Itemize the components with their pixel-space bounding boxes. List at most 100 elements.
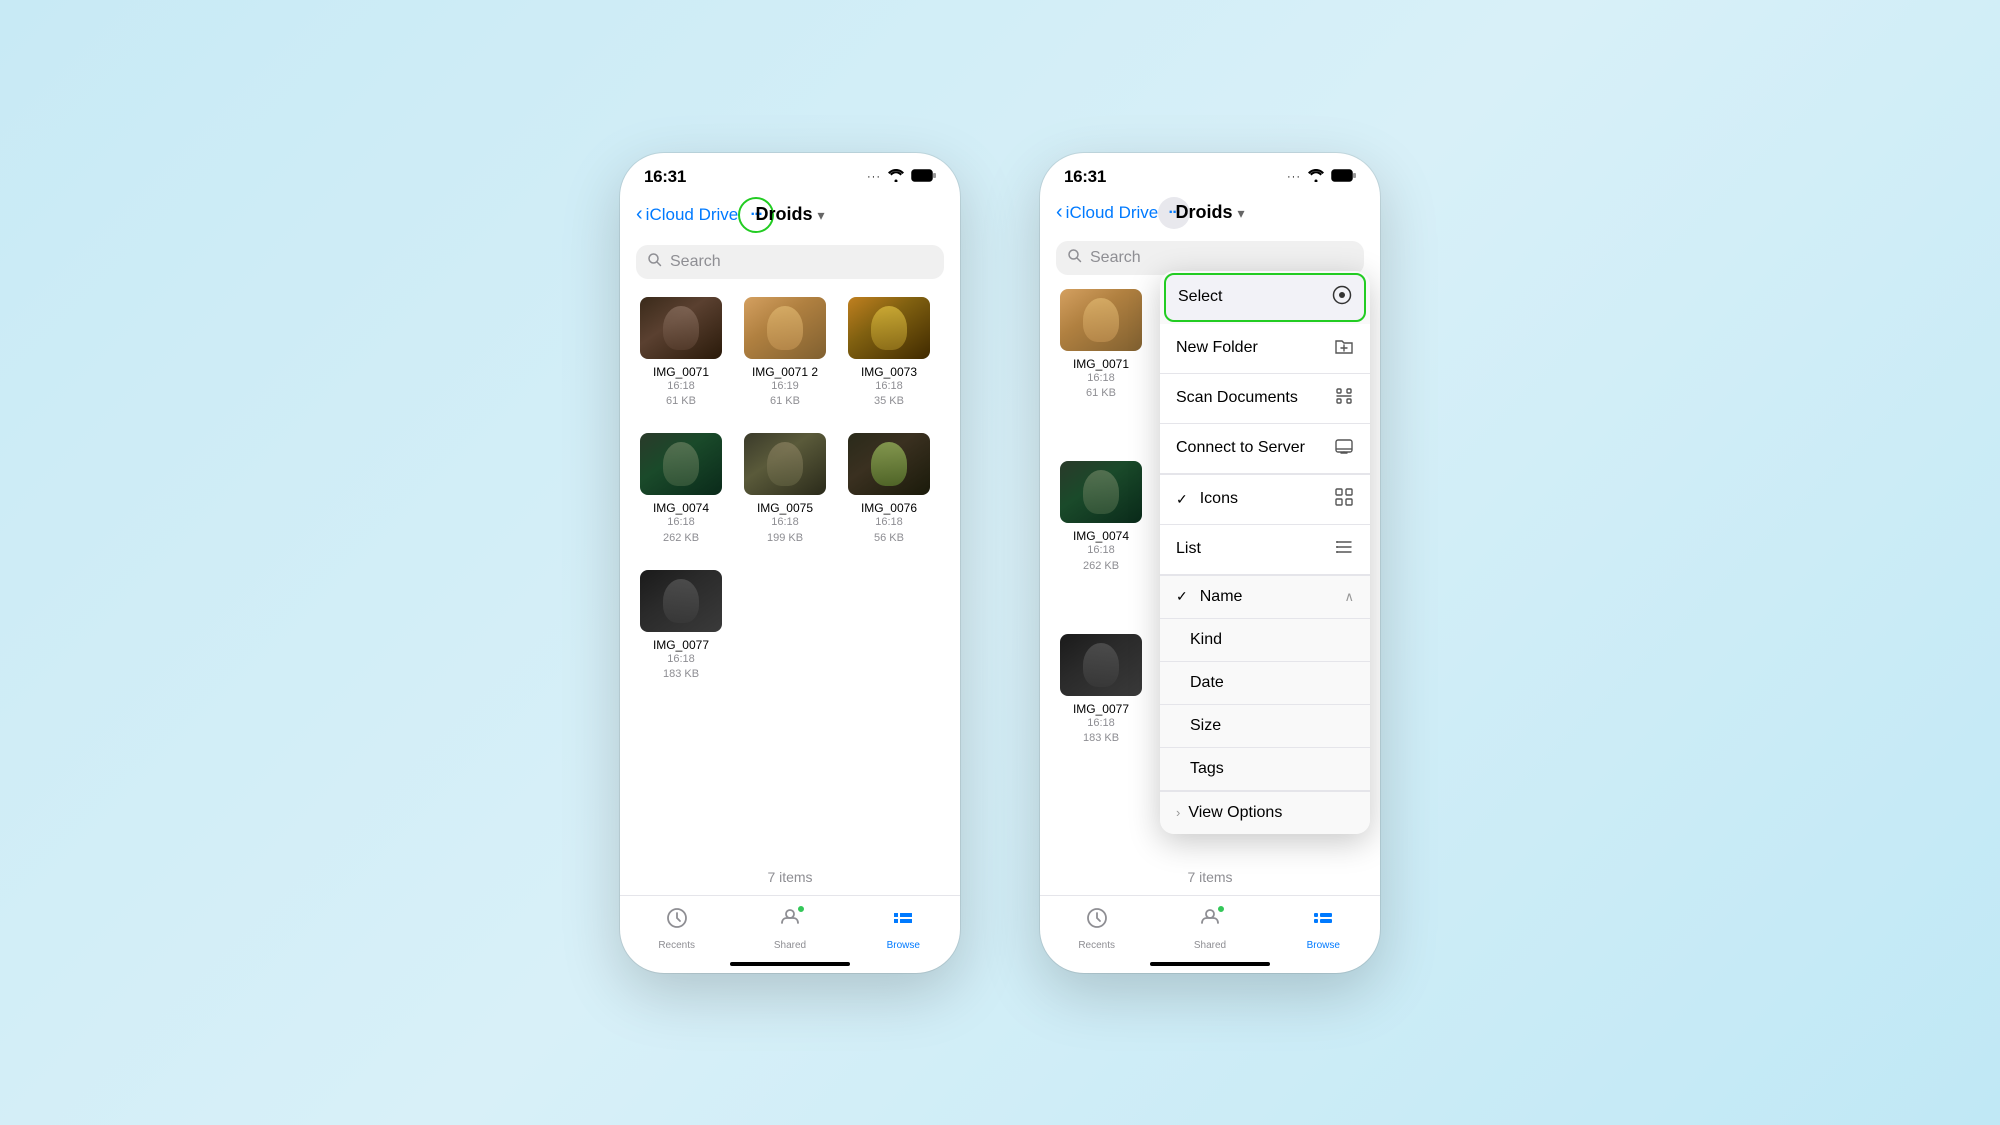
select-icon bbox=[1332, 285, 1352, 310]
nav-bar-left: ‹ iCloud Drive Droids ▾ ··· bbox=[620, 193, 960, 241]
dropdown-icons-label: Icons bbox=[1200, 490, 1238, 508]
file-name-0077: IMG_0077 bbox=[653, 638, 709, 652]
scan-icon bbox=[1334, 386, 1354, 411]
file-name-right-0071: IMG_0071 bbox=[1073, 357, 1129, 371]
nav-title-right: Droids bbox=[1175, 202, 1232, 223]
search-bar-left[interactable]: Search bbox=[636, 245, 944, 279]
nav-title-container-left: Droids ▾ bbox=[755, 204, 824, 225]
file-count-left: 7 items bbox=[620, 865, 960, 895]
nav-chevron-right[interactable]: ▾ bbox=[1237, 205, 1244, 222]
file-grid-left: IMG_0071 16:1861 KB IMG_0071 2 16:1961 K… bbox=[620, 289, 960, 865]
tab-browse-right[interactable]: Browse bbox=[1288, 906, 1358, 951]
name-chevron-up: ∧ bbox=[1344, 589, 1354, 605]
icons-icon bbox=[1334, 487, 1354, 512]
grid-row-1: IMG_0071 16:1861 KB IMG_0071 2 16:1961 K… bbox=[636, 297, 944, 410]
nav-title-left: Droids bbox=[755, 204, 812, 225]
server-icon bbox=[1334, 436, 1354, 461]
tab-recents-label-right: Recents bbox=[1078, 940, 1115, 951]
file-item-right-0071[interactable]: IMG_0071 16:1861 KB bbox=[1056, 289, 1146, 402]
status-bar-left: 16:31 ··· bbox=[620, 153, 960, 193]
tab-shared-label-right: Shared bbox=[1194, 940, 1226, 951]
file-item-0074[interactable]: IMG_0074 16:18262 KB bbox=[636, 433, 726, 546]
dropdown-icons[interactable]: ✓ Icons bbox=[1160, 475, 1370, 525]
back-label-right: iCloud Drive bbox=[1066, 203, 1159, 223]
tab-shared-label-left: Shared bbox=[774, 940, 806, 951]
dropdown-tags[interactable]: Tags bbox=[1160, 748, 1370, 791]
file-meta-0076: 16:1856 KB bbox=[874, 515, 904, 546]
file-count-right: 7 items bbox=[1040, 865, 1380, 895]
view-options-chevron-right: › bbox=[1176, 805, 1180, 820]
file-item-0071[interactable]: IMG_0071 16:1861 KB bbox=[636, 297, 726, 410]
file-item-00712[interactable]: IMG_0071 2 16:1961 KB bbox=[740, 297, 830, 410]
status-time-right: 16:31 bbox=[1064, 167, 1106, 187]
dropdown-menu: Select New Folder Scan Documents bbox=[1160, 271, 1370, 834]
list-icon bbox=[1334, 537, 1354, 562]
dropdown-date[interactable]: Date bbox=[1160, 662, 1370, 705]
dropdown-new-folder-label: New Folder bbox=[1176, 339, 1258, 357]
dropdown-new-folder[interactable]: New Folder bbox=[1160, 324, 1370, 374]
file-thumb-right-0074 bbox=[1060, 461, 1142, 523]
file-name-0074: IMG_0074 bbox=[653, 501, 709, 515]
tab-recents-right[interactable]: Recents bbox=[1062, 906, 1132, 951]
status-icons-right: ··· bbox=[1287, 169, 1356, 185]
file-meta-0075: 16:18199 KB bbox=[767, 515, 803, 546]
dropdown-scan-documents[interactable]: Scan Documents bbox=[1160, 374, 1370, 424]
wifi-icon-right bbox=[1308, 169, 1324, 185]
file-item-right-0077[interactable]: IMG_0077 16:18183 KB bbox=[1056, 634, 1146, 747]
dropdown-date-label: Date bbox=[1190, 674, 1224, 692]
file-thumb-0073 bbox=[848, 297, 930, 359]
tab-browse-left[interactable]: Browse bbox=[868, 906, 938, 951]
file-name-right-0074: IMG_0074 bbox=[1073, 529, 1129, 543]
dropdown-name[interactable]: ✓ Name ∧ bbox=[1160, 576, 1370, 619]
dropdown-view-options[interactable]: › View Options bbox=[1160, 792, 1370, 834]
status-icons-left: ··· bbox=[867, 169, 936, 185]
dropdown-list-label: List bbox=[1176, 540, 1201, 558]
dropdown-list[interactable]: List bbox=[1160, 525, 1370, 575]
dropdown-size[interactable]: Size bbox=[1160, 705, 1370, 748]
shared-badge-right bbox=[1217, 905, 1225, 913]
file-item-0073[interactable]: IMG_0073 16:1835 KB bbox=[844, 297, 934, 410]
file-item-0076[interactable]: IMG_0076 16:1856 KB bbox=[844, 433, 934, 546]
name-checkmark: ✓ bbox=[1176, 588, 1188, 605]
search-placeholder-left: Search bbox=[670, 253, 721, 271]
tab-recents-left[interactable]: Recents bbox=[642, 906, 712, 951]
shared-badge-left bbox=[797, 905, 805, 913]
file-name-0071: IMG_0071 bbox=[653, 365, 709, 379]
nav-bar-right: ‹ iCloud Drive Droids ▾ ··· bbox=[1040, 193, 1380, 237]
search-bar-right[interactable]: Search bbox=[1056, 241, 1364, 275]
grid-row-3: IMG_0077 16:18183 KB bbox=[636, 570, 944, 683]
dropdown-connect-server[interactable]: Connect to Server bbox=[1160, 424, 1370, 474]
file-name-0075: IMG_0075 bbox=[757, 501, 813, 515]
home-bar-right bbox=[1150, 962, 1270, 966]
search-icon-right bbox=[1068, 249, 1082, 267]
file-meta-right-0074: 16:18262 KB bbox=[1083, 543, 1119, 574]
tab-recents-label-left: Recents bbox=[658, 940, 695, 951]
file-item-right-0074[interactable]: IMG_0074 16:18262 KB bbox=[1056, 461, 1146, 574]
file-item-0077[interactable]: IMG_0077 16:18183 KB bbox=[636, 570, 726, 683]
search-placeholder-right: Search bbox=[1090, 249, 1141, 267]
back-arrow-left: ‹ bbox=[636, 203, 643, 226]
file-meta-0074: 16:18262 KB bbox=[663, 515, 699, 546]
new-folder-icon bbox=[1334, 336, 1354, 361]
tab-shared-left[interactable]: Shared bbox=[755, 906, 825, 951]
back-label-left: iCloud Drive bbox=[646, 205, 739, 225]
file-name-0073: IMG_0073 bbox=[861, 365, 917, 379]
battery-icon-left bbox=[911, 169, 936, 185]
signal-dots-right: ··· bbox=[1287, 171, 1301, 183]
nav-chevron-left[interactable]: ▾ bbox=[817, 207, 824, 224]
dropdown-name-label: Name bbox=[1200, 588, 1243, 606]
dropdown-scan-label: Scan Documents bbox=[1176, 389, 1298, 407]
dropdown-tags-label: Tags bbox=[1190, 760, 1224, 778]
file-meta-00712: 16:1961 KB bbox=[770, 379, 800, 410]
tab-bar-left: Recents Shared bbox=[620, 895, 960, 955]
dropdown-kind-label: Kind bbox=[1190, 631, 1222, 649]
dropdown-kind[interactable]: Kind bbox=[1160, 619, 1370, 662]
icons-checkmark: ✓ bbox=[1176, 491, 1188, 508]
dropdown-select-label: Select bbox=[1178, 288, 1222, 306]
back-button-left[interactable]: ‹ iCloud Drive bbox=[636, 204, 738, 226]
tab-browse-label-right: Browse bbox=[1307, 940, 1340, 951]
dropdown-select[interactable]: Select bbox=[1164, 273, 1366, 322]
back-button-right[interactable]: ‹ iCloud Drive bbox=[1056, 202, 1158, 224]
tab-shared-right[interactable]: Shared bbox=[1175, 906, 1245, 951]
file-item-0075[interactable]: IMG_0075 16:18199 KB bbox=[740, 433, 830, 546]
